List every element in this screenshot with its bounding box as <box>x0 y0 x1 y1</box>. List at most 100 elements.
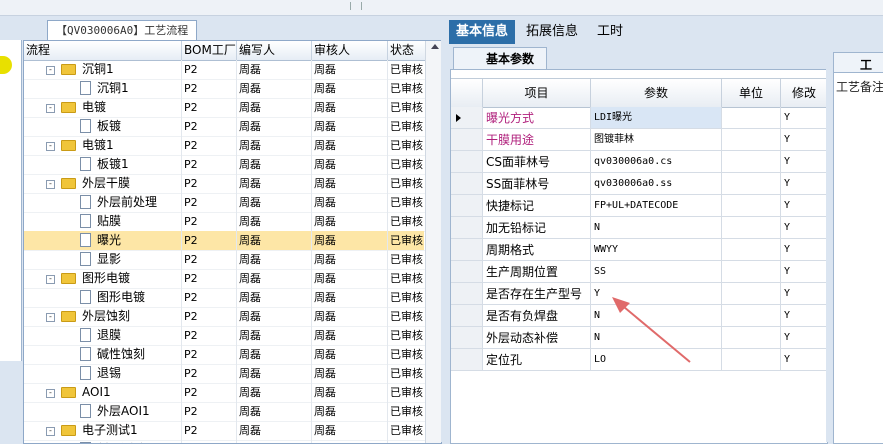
grid-cell-modify[interactable]: Y <box>781 305 827 327</box>
collapse-icon[interactable]: - <box>46 142 55 151</box>
col-header-status[interactable]: 状态 <box>388 41 427 60</box>
grid-cell-unit[interactable] <box>722 305 781 327</box>
col-header-writer[interactable]: 编写人 <box>237 41 312 60</box>
collapse-icon[interactable]: - <box>46 104 55 113</box>
grid-cell-unit[interactable] <box>722 261 781 283</box>
tab-basic-params[interactable]: 基本参数 <box>453 47 548 70</box>
tree-node[interactable]: - 沉铜1 <box>24 60 182 80</box>
grid-row[interactable]: SS面菲林号 qv030006a0.ss Y <box>451 173 827 195</box>
tree-node[interactable]: 外层AOI1 <box>24 402 182 422</box>
grid-cell-unit[interactable] <box>722 283 781 305</box>
col-header-process[interactable]: 流程 <box>24 41 182 60</box>
tree-row[interactable]: - 电镀1 P2 周磊 周磊 已审核 <box>24 136 427 156</box>
tree-node[interactable]: 低阻测试1 <box>24 440 182 443</box>
grid-row[interactable]: 快捷标记 FP+UL+DATECODE Y <box>451 195 827 217</box>
grid-cell-param[interactable]: qv030006a0.cs <box>591 151 722 173</box>
tree-scrollbar[interactable] <box>425 41 441 443</box>
grid-cell-param[interactable]: FP+UL+DATECODE <box>591 195 722 217</box>
tree-node[interactable]: - 图形电镀 <box>24 269 182 289</box>
col-header-modify[interactable]: 修改 <box>781 79 827 107</box>
grid-cell-modify[interactable]: Y <box>781 261 827 283</box>
grid-cell-param[interactable]: qv030006a0.ss <box>591 173 722 195</box>
grid-cell-unit[interactable] <box>722 129 781 151</box>
vertical-splitter[interactable] <box>441 20 450 442</box>
tree-row[interactable]: 曝光 P2 周磊 周磊 已审核 <box>24 231 427 251</box>
tree-row[interactable]: - 外层蚀刻 P2 周磊 周磊 已审核 <box>24 307 427 327</box>
tree-node[interactable]: 外层前处理 <box>24 193 182 213</box>
grid-cell-unit[interactable] <box>722 151 781 173</box>
grid-cell-unit[interactable] <box>722 173 781 195</box>
tree-row[interactable]: - 电子测试1 P2 周磊 周磊 已审核 <box>24 421 427 441</box>
tree-node[interactable]: 退锡 <box>24 364 182 384</box>
grid-row[interactable]: 干膜用途 图镀菲林 Y <box>451 129 827 151</box>
tree-row[interactable]: 外层前处理 P2 周磊 周磊 已审核 <box>24 193 427 213</box>
collapse-icon[interactable]: - <box>46 389 55 398</box>
grid-cell-unit[interactable] <box>722 349 781 371</box>
grid-row[interactable]: CS面菲林号 qv030006a0.cs Y <box>451 151 827 173</box>
row-indicator[interactable] <box>451 173 483 195</box>
tree-node[interactable]: 图形电镀 <box>24 288 182 308</box>
tree-row[interactable]: - 沉铜1 P2 周磊 周磊 已审核 <box>24 60 427 80</box>
tree-node[interactable]: 贴膜 <box>24 212 182 232</box>
tree-row[interactable]: 退膜 P2 周磊 周磊 已审核 <box>24 326 427 346</box>
vertical-splitter-right[interactable] <box>826 45 833 442</box>
tree-row[interactable]: - 图形电镀 P2 周磊 周磊 已审核 <box>24 269 427 289</box>
tree-node[interactable]: - 电镀1 <box>24 136 182 156</box>
grid-cell-modify[interactable]: Y <box>781 349 827 371</box>
grid-cell-modify[interactable]: Y <box>781 327 827 349</box>
tree-row[interactable]: - AOI1 P2 周磊 周磊 已审核 <box>24 383 427 403</box>
grid-cell-unit[interactable] <box>722 107 781 129</box>
tree-node[interactable]: - 外层蚀刻 <box>24 307 182 327</box>
tree-node[interactable]: 碱性蚀刻 <box>24 345 182 365</box>
tree-row[interactable]: 沉铜1 P2 周磊 周磊 已审核 <box>24 79 427 99</box>
grid-cell-modify[interactable]: Y <box>781 129 827 151</box>
grid-cell-param[interactable]: LDI曝光 <box>591 107 722 129</box>
col-header-bom[interactable]: BOM工厂 <box>182 41 237 60</box>
tree-node[interactable]: - 电子测试1 <box>24 421 182 441</box>
grid-cell-modify[interactable]: Y <box>781 195 827 217</box>
tree-row[interactable]: 显影 P2 周磊 周磊 已审核 <box>24 250 427 270</box>
grid-cell-modify[interactable]: Y <box>781 107 827 129</box>
tree-node[interactable]: - 外层干膜 <box>24 174 182 194</box>
row-indicator[interactable] <box>451 283 483 305</box>
grid-cell-unit[interactable] <box>722 195 781 217</box>
tree-node[interactable]: 板镀 <box>24 117 182 137</box>
col-header-item[interactable]: 项目 <box>483 79 591 107</box>
tree-row[interactable]: 外层AOI1 P2 周磊 周磊 已审核 <box>24 402 427 422</box>
tree-node[interactable]: 沉铜1 <box>24 79 182 99</box>
grid-row[interactable]: 加无铅标记 N Y <box>451 217 827 239</box>
row-indicator[interactable] <box>451 151 483 173</box>
grid-cell-modify[interactable]: Y <box>781 239 827 261</box>
tree-row[interactable]: 低阻测试1P2周磊周磊已审核 <box>24 440 427 443</box>
grid-row[interactable]: 曝光方式 LDI曝光 Y <box>451 107 827 129</box>
tree-row[interactable]: 板镀1 P2 周磊 周磊 已审核 <box>24 155 427 175</box>
col-header-reviewer[interactable]: 审核人 <box>312 41 388 60</box>
row-indicator[interactable] <box>451 129 483 151</box>
grid-cell-unit[interactable] <box>722 239 781 261</box>
collapse-icon[interactable]: - <box>46 427 55 436</box>
row-indicator[interactable] <box>451 349 483 371</box>
row-indicator[interactable] <box>451 107 483 129</box>
grid-cell-modify[interactable]: Y <box>781 173 827 195</box>
tree-row[interactable]: 碱性蚀刻 P2 周磊 周磊 已审核 <box>24 345 427 365</box>
tree-row[interactable]: 板镀 P2 周磊 周磊 已审核 <box>24 117 427 137</box>
grid-cell-unit[interactable] <box>722 217 781 239</box>
tree-row[interactable]: - 电镀 P2 周磊 周磊 已审核 <box>24 98 427 118</box>
tree-node[interactable]: 板镀1 <box>24 155 182 175</box>
grid-row[interactable]: 周期格式 WWYY Y <box>451 239 827 261</box>
grid-cell-modify[interactable]: Y <box>781 283 827 305</box>
tab-process-remarks-header[interactable] <box>833 52 883 73</box>
tab-basic-info[interactable]: 基本信息 <box>449 20 516 44</box>
tree-node[interactable]: 曝光 <box>24 231 182 251</box>
grid-cell-modify[interactable]: Y <box>781 151 827 173</box>
tab-work-hours[interactable]: 工时 <box>590 20 630 44</box>
row-indicator[interactable] <box>451 327 483 349</box>
tree-node[interactable]: - AOI1 <box>24 383 182 403</box>
grid-cell-param[interactable]: N <box>591 217 722 239</box>
col-header-unit[interactable]: 单位 <box>722 79 781 107</box>
tree-row[interactable]: - 外层干膜 P2 周磊 周磊 已审核 <box>24 174 427 194</box>
row-indicator[interactable] <box>451 195 483 217</box>
col-header-param[interactable]: 参数 <box>591 79 722 107</box>
grid-cell-param[interactable]: WWYY <box>591 239 722 261</box>
resize-grip-icon[interactable] <box>350 2 362 10</box>
